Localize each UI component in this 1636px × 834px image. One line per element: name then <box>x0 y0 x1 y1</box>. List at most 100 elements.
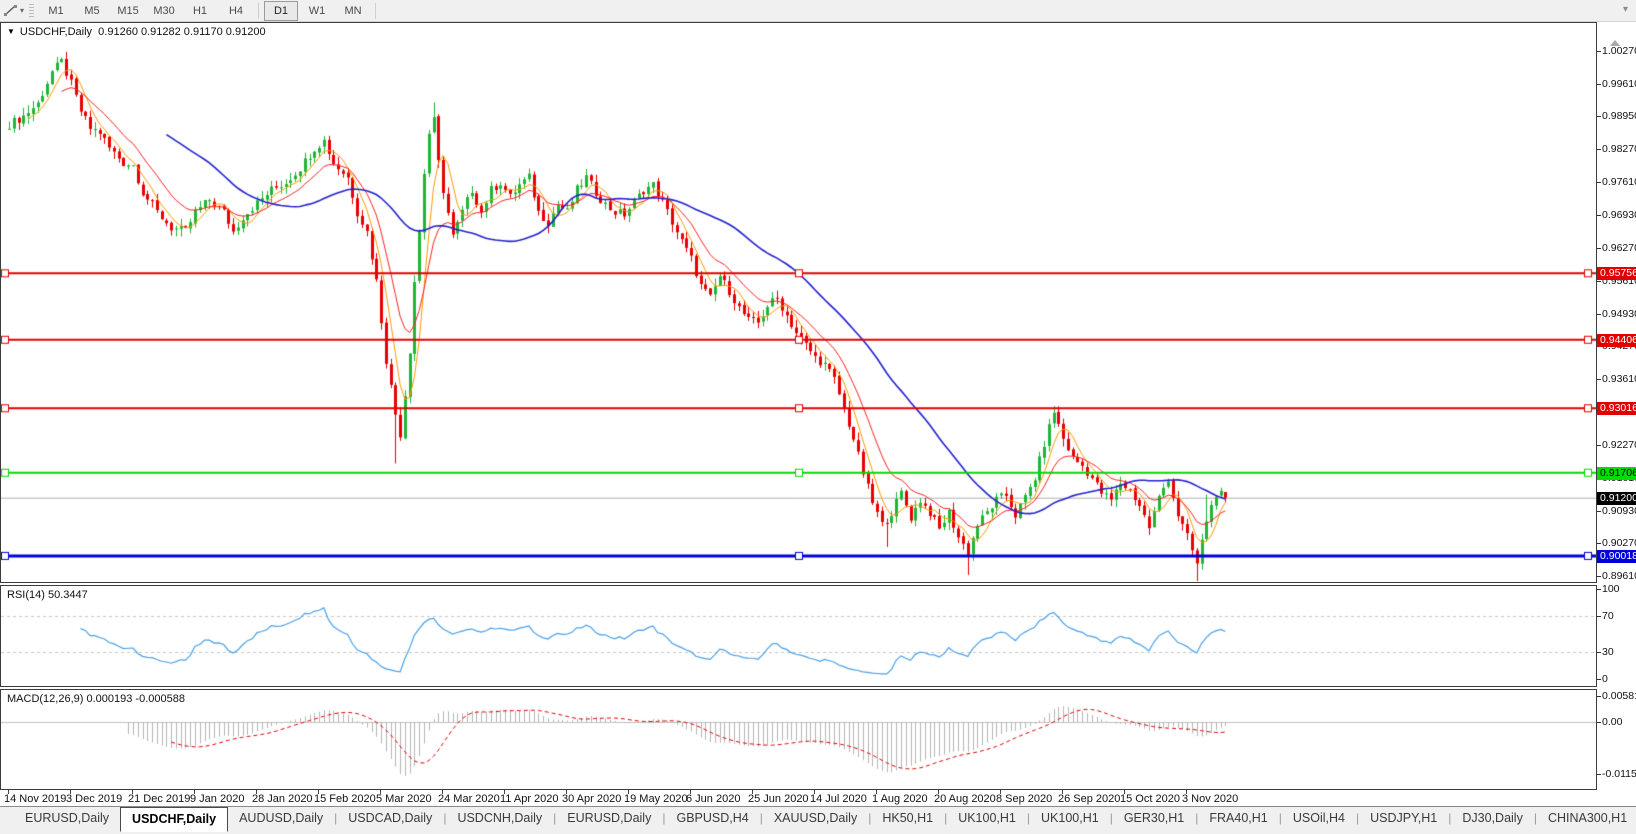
macd-axis-tick-label: 0.00 <box>1602 716 1623 728</box>
price-chart-pane[interactable]: ▼ USDCHF,Daily 0.91260 0.91282 0.91170 0.… <box>0 22 1597 583</box>
price-axis-tick-label: 0.96930 <box>1602 209 1636 221</box>
timeframe-button-w1[interactable]: W1 <box>300 1 334 21</box>
chart-tab-usoil-h4[interactable]: USOil,H4 <box>1282 808 1356 829</box>
date-axis-label: 5 Mar 2020 <box>376 793 432 805</box>
price-axis-tick <box>1597 445 1601 446</box>
chart-title: ▼ USDCHF,Daily 0.91260 0.91282 0.91170 0.… <box>7 26 266 38</box>
date-axis-label: 8 Sep 2020 <box>996 793 1053 805</box>
chart-tab-gbpusd-h4[interactable]: GBPUSD,H4 <box>665 808 759 829</box>
date-axis-label: 11 Apr 2020 <box>500 793 559 805</box>
price-axis-tick <box>1597 84 1601 85</box>
price-axis-tick-label: 1.00270 <box>1602 45 1636 57</box>
price-axis-tick <box>1597 281 1601 282</box>
chart-tab-fra40-h1[interactable]: FRA40,H1 <box>1198 808 1278 829</box>
chart-tab-eurusd-daily[interactable]: EURUSD,Daily <box>14 808 120 829</box>
timeframe-button-group: M1 M5 M15 M30 H1 H4 D1 W1 MN <box>38 0 380 21</box>
line-tools-button[interactable]: ▾ <box>0 2 27 20</box>
price-axis-tick <box>1597 314 1601 315</box>
chart-shift-marker[interactable] <box>1610 40 1620 46</box>
chart-tab-usdjpy-h1[interactable]: USDJPY,H1 <box>1359 808 1448 829</box>
price-axis-tick-label: 0.94930 <box>1602 308 1636 320</box>
date-axis-label: 6 Jun 2020 <box>686 793 741 805</box>
trendline-cursor-icon <box>4 5 17 16</box>
rsi-axis-tick-label: 70 <box>1602 610 1614 622</box>
date-axis-label: 21 Dec 2019 <box>128 793 191 805</box>
rsi-canvas[interactable] <box>1 586 1596 686</box>
price-axis-tick-label: 0.97610 <box>1602 176 1636 188</box>
date-axis-label: 28 Jan 2020 <box>252 793 313 805</box>
toolbar-overflow-icon[interactable]: ▾ <box>1623 4 1628 15</box>
rsi-axis-tick <box>1597 616 1601 617</box>
timeframe-button-m5[interactable]: M5 <box>75 1 109 21</box>
chart-tab-audusd-daily[interactable]: AUDUSD,Daily <box>228 808 334 829</box>
price-axis-tick-label: 0.89610 <box>1602 570 1636 582</box>
macd-axis-tick <box>1597 696 1601 697</box>
date-axis-label: 24 Mar 2020 <box>438 793 500 805</box>
chart-symbol-period: USDCHF,Daily <box>19 26 93 38</box>
line-tools-dropdown-icon[interactable]: ▾ <box>20 6 24 15</box>
price-axis-tick <box>1597 149 1601 150</box>
current-price-label: 0.91200 <box>1597 492 1636 505</box>
timeframe-button-m30[interactable]: M30 <box>147 1 181 21</box>
timeframe-button-h1[interactable]: H1 <box>183 1 217 21</box>
date-axis-label: 3 Nov 2020 <box>1182 793 1239 805</box>
date-axis-label: 3 Dec 2019 <box>66 793 123 805</box>
price-axis-tick <box>1597 248 1601 249</box>
price-axis-tick-label: 0.90930 <box>1602 505 1636 517</box>
chart-tab-hk50-h1[interactable]: HK50,H1 <box>871 808 944 829</box>
chart-tab-usdchf-daily[interactable]: USDCHF,Daily <box>120 807 229 832</box>
date-axis-label: 19 May 2020 <box>624 793 688 805</box>
timeframe-button-m15[interactable]: M15 <box>111 1 145 21</box>
chart-tab-usdcad-daily[interactable]: USDCAD,Daily <box>337 808 443 829</box>
rsi-axis-tick-label: 30 <box>1602 646 1614 658</box>
chart-tab-uk100-h1[interactable]: UK100,H1 <box>947 808 1027 829</box>
macd-indicator-pane[interactable]: MACD(12,26,9) 0.000193 -0.000588 <box>0 689 1597 790</box>
rsi-axis-tick <box>1597 652 1601 653</box>
macd-label: MACD(12,26,9) 0.000193 -0.000588 <box>7 693 185 705</box>
date-axis-label: 20 Aug 2020 <box>934 793 996 805</box>
date-axis-label: 1 Aug 2020 <box>872 793 928 805</box>
chart-tab-dj30-daily[interactable]: DJ30,Daily <box>1451 808 1533 829</box>
macd-axis-tick-label: 0.005818 <box>1602 690 1636 702</box>
hline-price-label: 0.93016 <box>1597 402 1636 415</box>
timeframe-toolbar: ▾ M1 M5 M15 M30 H1 H4 D1 W1 MN ▾ <box>0 0 1636 22</box>
price-axis-tick-label: 0.93610 <box>1602 373 1636 385</box>
date-axis-label: 30 Apr 2020 <box>562 793 622 805</box>
price-axis-tick <box>1597 51 1601 52</box>
chart-tabs: EURUSD,Daily USDCHF,Daily AUDUSD,Daily | USD… <box>14 807 1636 832</box>
rsi-axis-tick-label: 0 <box>1602 673 1608 685</box>
chart-menu-icon[interactable]: ▼ <box>7 27 15 36</box>
macd-canvas[interactable] <box>1 690 1596 789</box>
price-axis-tick <box>1597 215 1601 216</box>
rsi-indicator-pane[interactable]: RSI(14) 50.3447 <box>0 585 1597 687</box>
macd-axis-tick <box>1597 774 1601 775</box>
timeframe-button-m1[interactable]: M1 <box>39 1 73 21</box>
price-axis-tick <box>1597 543 1601 544</box>
rsi-axis-tick <box>1597 589 1601 590</box>
chart-tab-usdcnh-daily[interactable]: USDCNH,Daily <box>446 808 553 829</box>
price-axis-tick-label: 0.98270 <box>1602 143 1636 155</box>
chart-tab-china300-h1[interactable]: CHINA300,H1 <box>1537 808 1636 829</box>
timeframe-button-mn[interactable]: MN <box>336 1 370 21</box>
date-axis-label: 15 Feb 2020 <box>314 793 376 805</box>
chart-tab-ger30-h1[interactable]: GER30,H1 <box>1113 808 1195 829</box>
date-axis-label: 9 Jan 2020 <box>190 793 245 805</box>
chart-tab-bar: EURUSD,Daily USDCHF,Daily AUDUSD,Daily | USD… <box>0 806 1636 834</box>
price-axis-tick-label: 0.92270 <box>1602 439 1636 451</box>
timeframe-button-h4[interactable]: H4 <box>219 1 253 21</box>
price-axis-tick <box>1597 511 1601 512</box>
price-axis-tick-label: 0.98950 <box>1602 110 1636 122</box>
toolbar-separator <box>375 2 377 19</box>
toolbar-separator <box>258 2 260 19</box>
timeframe-button-d1[interactable]: D1 <box>264 0 299 21</box>
price-chart-canvas[interactable] <box>1 23 1596 582</box>
chart-tab-uk100-h1[interactable]: UK100,H1 <box>1030 808 1110 829</box>
date-axis-label: 26 Sep 2020 <box>1058 793 1121 805</box>
chart-tab-eurusd-daily[interactable]: EURUSD,Daily <box>556 808 662 829</box>
rsi-axis-tick <box>1597 679 1601 680</box>
price-axis-tick <box>1597 116 1601 117</box>
chart-tab-xauusd-daily[interactable]: XAUUSD,Daily <box>763 808 868 829</box>
toolbar-grip[interactable] <box>29 3 35 18</box>
date-axis-label: 15 Oct 2020 <box>1120 793 1180 805</box>
hline-price-label: 0.95756 <box>1597 267 1636 280</box>
